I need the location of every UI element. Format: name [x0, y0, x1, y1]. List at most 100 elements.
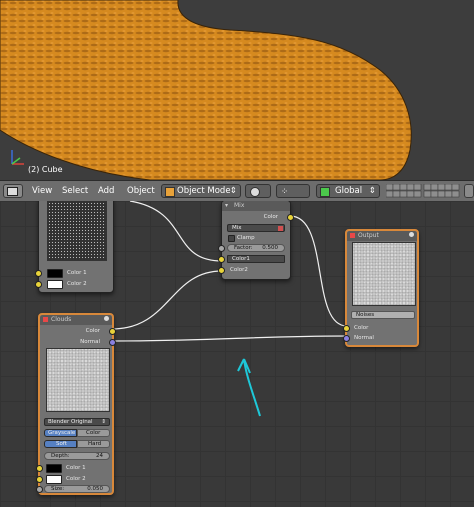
socket-color2[interactable] [218, 267, 225, 274]
updown-icon: ⇕ [229, 186, 237, 196]
collapse-icon[interactable]: ▾ [225, 202, 228, 209]
sphere-icon [250, 187, 260, 197]
clamp-checkbox[interactable] [228, 235, 235, 242]
socket-color1[interactable] [36, 465, 43, 472]
soft-label: Soft [56, 441, 67, 447]
noise-basis-dropdown[interactable]: Blender Original ⇕ [44, 418, 110, 426]
layer-buttons[interactable] [385, 183, 460, 198]
3d-viewport[interactable]: (2) Cube [0, 0, 474, 180]
mesh-render [0, 0, 412, 180]
mode-dropdown[interactable]: Object Mode ⇕ [161, 184, 241, 198]
cube-icon [7, 187, 18, 196]
link-clouds-color-to-mix [111, 270, 223, 330]
node-header[interactable]: Output [347, 231, 417, 241]
color-button[interactable]: Color [77, 429, 110, 437]
socket-color2[interactable] [35, 281, 42, 288]
input-normal-label: Normal [354, 335, 374, 341]
color1-label: Color 1 [66, 465, 86, 471]
node-title: Mix [234, 202, 245, 209]
texture-preview [47, 201, 107, 261]
node-texture-top[interactable]: Color 1 Color 2 [35, 201, 114, 293]
node-header[interactable]: Clouds [40, 315, 112, 325]
color2-swatch[interactable] [47, 280, 63, 289]
color2-label: Color 2 [66, 476, 86, 482]
clamp-label: Clamp [237, 235, 255, 241]
factor-value: 0.500 [262, 245, 278, 251]
color-icon [278, 226, 283, 231]
menu-view[interactable]: View [32, 186, 52, 196]
socket-color1[interactable] [35, 270, 42, 277]
node-clouds[interactable]: Clouds Color Normal Blender Original ⇕ G… [36, 313, 116, 495]
grayscale-button[interactable]: Grayscale [44, 429, 77, 437]
size-label: Size: [51, 486, 65, 492]
hard-button[interactable]: Hard [77, 440, 110, 448]
color1-field[interactable]: Color1 [227, 255, 285, 263]
input-color-label: Color [354, 325, 369, 331]
factor-label: Factor: [234, 245, 253, 251]
grayscale-label: Grayscale [48, 430, 76, 436]
depth-label: Depth: [51, 453, 70, 459]
color1-swatch[interactable] [46, 464, 62, 473]
socket-input-color[interactable] [343, 325, 350, 332]
node-editor[interactable]: Color 1 Color 2 ▾ Mix Color Mix Clamp Fa… [0, 201, 474, 507]
node-title: Output [358, 232, 379, 239]
node-title: Clouds [51, 316, 72, 323]
socket-factor[interactable] [218, 245, 225, 252]
output-color-label: Color [85, 328, 100, 334]
mode-label: Object Mode [177, 186, 231, 196]
blend-label: Mix [232, 225, 242, 231]
texture-icon [43, 317, 48, 322]
texture-icon [350, 233, 355, 238]
axis-gizmo-icon [11, 150, 24, 165]
socket-color1[interactable] [218, 256, 225, 263]
menu-select[interactable]: Select [62, 186, 88, 196]
factor-field[interactable]: Factor: 0.500 [227, 244, 285, 252]
node-output[interactable]: Output Noises Color Normal [343, 229, 419, 347]
color2-label: Color 2 [67, 281, 87, 287]
preview-toggle-icon[interactable] [409, 232, 414, 237]
object-mode-icon [165, 187, 175, 197]
preview-toggle-icon[interactable] [104, 316, 109, 321]
menu-object[interactable]: Object [127, 186, 155, 196]
output-name: Noises [356, 312, 375, 318]
output-normal-label: Normal [80, 339, 100, 345]
socket-output-normal[interactable] [109, 339, 116, 346]
menu-add[interactable]: Add [98, 186, 114, 196]
size-field[interactable]: Size: 0.050 [44, 485, 110, 493]
node-header[interactable]: ▾ Mix [222, 201, 290, 211]
size-value: 0.050 [87, 486, 103, 492]
socket-output-color[interactable] [109, 328, 116, 335]
node-mix[interactable]: ▾ Mix Color Mix Clamp Factor: 0.500 Colo… [218, 201, 294, 280]
object-label: (2) Cube [28, 165, 63, 174]
socket-output-color[interactable] [287, 214, 294, 221]
link-clouds-normal-to-output [112, 335, 348, 342]
socket-input-normal[interactable] [343, 335, 350, 342]
viewport-header: View Select Add Object Object Mode ⇕ ⁘ G… [0, 180, 474, 203]
shading-dropdown[interactable] [245, 184, 271, 198]
editor-type-button[interactable] [3, 184, 23, 198]
texture-preview [46, 348, 110, 412]
orientation-label: Global [335, 186, 363, 196]
orientation-dropdown[interactable]: Global ⇕ [316, 184, 380, 198]
annotation-arrow [237, 358, 261, 417]
hard-label: Hard [88, 441, 102, 447]
pivot-dropdown[interactable]: ⁘ [276, 184, 310, 198]
color1-label: Color 1 [67, 270, 87, 276]
output-name-field[interactable]: Noises [351, 311, 415, 319]
blend-type-dropdown[interactable]: Mix [227, 224, 285, 232]
color2-swatch[interactable] [46, 475, 62, 484]
socket-color2[interactable] [36, 476, 43, 483]
color-label: Color [86, 430, 101, 436]
layers-grid-icon [385, 183, 460, 198]
depth-field[interactable]: Depth: 24 [44, 452, 110, 460]
basis-label: Blender Original [48, 419, 93, 425]
soft-button[interactable]: Soft [44, 440, 77, 448]
depth-value: 24 [96, 453, 103, 459]
output-color-label: Color [263, 214, 278, 220]
color2-label: Color2 [230, 267, 248, 273]
link-mix-to-output [289, 215, 348, 327]
socket-size[interactable] [36, 486, 43, 493]
texture-preview [352, 242, 416, 306]
color1-swatch[interactable] [47, 269, 63, 278]
lock-button[interactable] [464, 184, 474, 198]
